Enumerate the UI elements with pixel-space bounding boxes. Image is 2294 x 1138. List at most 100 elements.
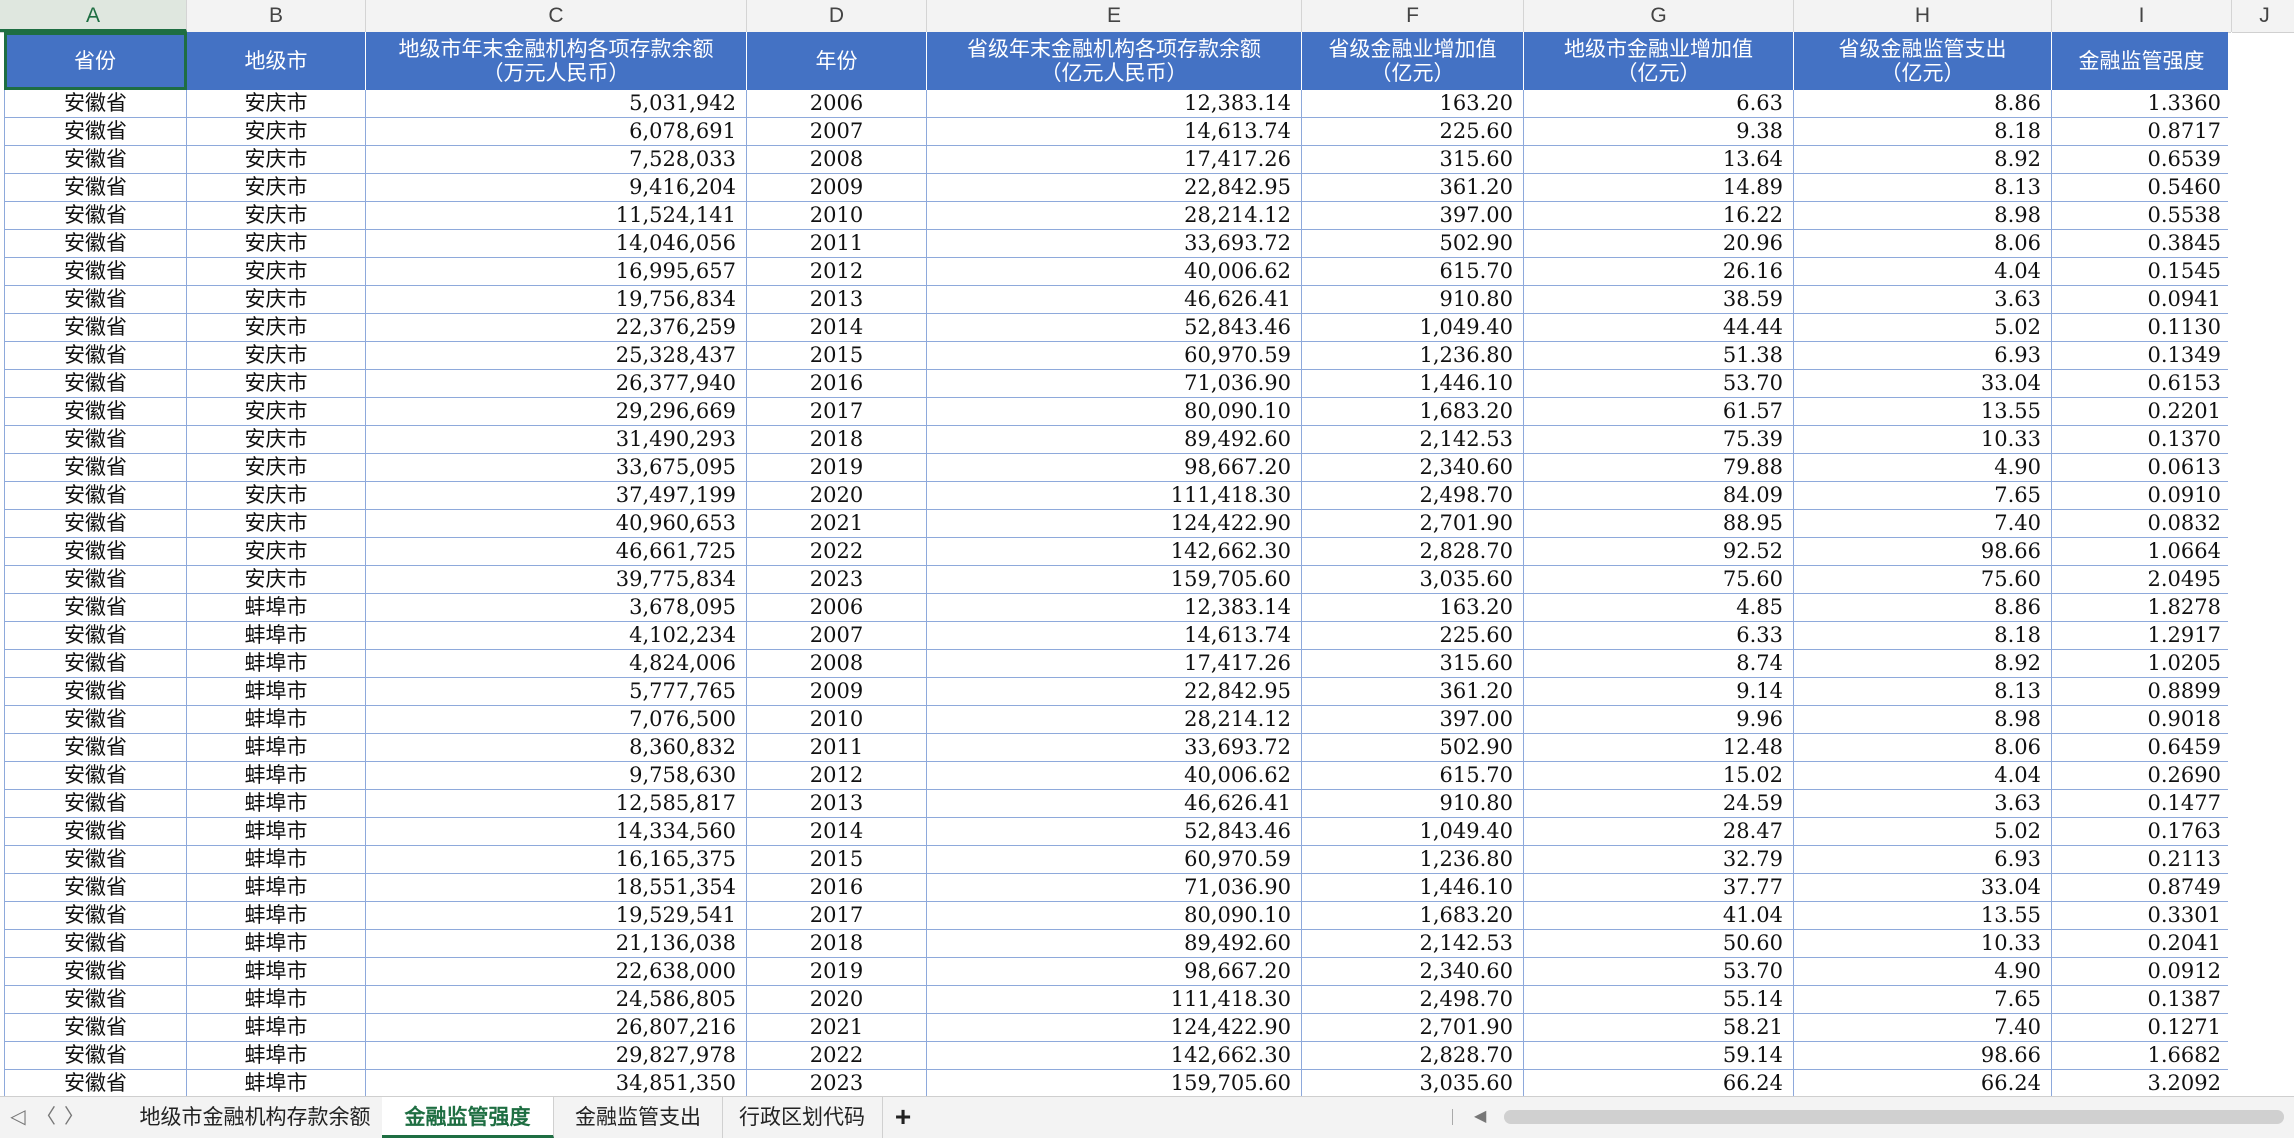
cell-g[interactable]: 75.39 bbox=[1524, 426, 1794, 453]
cell-f[interactable]: 397.00 bbox=[1302, 202, 1524, 229]
cell-c[interactable]: 8,360,832 bbox=[366, 734, 747, 761]
cell-f[interactable]: 225.60 bbox=[1302, 622, 1524, 649]
cell-g[interactable]: 9.14 bbox=[1524, 678, 1794, 705]
cell-f[interactable]: 615.70 bbox=[1302, 258, 1524, 285]
cell-i[interactable]: 0.2041 bbox=[2052, 930, 2232, 957]
cell-i[interactable]: 2.0495 bbox=[2052, 566, 2232, 593]
cell-b[interactable]: 安庆市 bbox=[187, 370, 366, 397]
cell-b[interactable]: 安庆市 bbox=[187, 118, 366, 145]
cell-c[interactable]: 9,416,204 bbox=[366, 174, 747, 201]
cell-g[interactable]: 50.60 bbox=[1524, 930, 1794, 957]
cell-g[interactable]: 88.95 bbox=[1524, 510, 1794, 537]
header-cell-d[interactable]: 年份 bbox=[747, 32, 927, 90]
cell-c[interactable]: 5,777,765 bbox=[366, 678, 747, 705]
cell-a[interactable]: 安徽省 bbox=[4, 930, 187, 957]
next-sheet-icon[interactable]: 〉 bbox=[62, 1105, 86, 1129]
add-sheet-icon[interactable]: + bbox=[888, 1101, 918, 1133]
cell-f[interactable]: 361.20 bbox=[1302, 174, 1524, 201]
cell-e[interactable]: 80,090.10 bbox=[927, 398, 1302, 425]
cell-d[interactable]: 2023 bbox=[747, 1070, 927, 1097]
cell-g[interactable]: 32.79 bbox=[1524, 846, 1794, 873]
cell-f[interactable]: 163.20 bbox=[1302, 594, 1524, 621]
cell-e[interactable]: 14,613.74 bbox=[927, 622, 1302, 649]
cell-e[interactable]: 28,214.12 bbox=[927, 706, 1302, 733]
cell-h[interactable]: 7.65 bbox=[1794, 986, 2052, 1013]
cell-a[interactable]: 安徽省 bbox=[4, 398, 187, 425]
cell-c[interactable]: 7,076,500 bbox=[366, 706, 747, 733]
cell-d[interactable]: 2019 bbox=[747, 958, 927, 985]
cell-i[interactable]: 0.0910 bbox=[2052, 482, 2232, 509]
cell-g[interactable]: 28.47 bbox=[1524, 818, 1794, 845]
cell-h[interactable]: 8.92 bbox=[1794, 650, 2052, 677]
cell-h[interactable]: 10.33 bbox=[1794, 930, 2052, 957]
cell-a[interactable]: 安徽省 bbox=[4, 1070, 187, 1097]
cell-e[interactable]: 46,626.41 bbox=[927, 790, 1302, 817]
cell-i[interactable]: 1.0205 bbox=[2052, 650, 2232, 677]
cell-f[interactable]: 3,035.60 bbox=[1302, 1070, 1524, 1097]
cell-e[interactable]: 33,693.72 bbox=[927, 734, 1302, 761]
first-sheet-icon[interactable]: ◁ bbox=[6, 1105, 30, 1129]
cell-g[interactable]: 4.85 bbox=[1524, 594, 1794, 621]
cell-c[interactable]: 14,334,560 bbox=[366, 818, 747, 845]
cell-g[interactable]: 15.02 bbox=[1524, 762, 1794, 789]
cell-a[interactable]: 安徽省 bbox=[4, 958, 187, 985]
cell-c[interactable]: 5,031,942 bbox=[366, 90, 747, 117]
cell-i[interactable]: 0.1545 bbox=[2052, 258, 2232, 285]
cell-g[interactable]: 79.88 bbox=[1524, 454, 1794, 481]
cell-c[interactable]: 37,497,199 bbox=[366, 482, 747, 509]
cell-a[interactable]: 安徽省 bbox=[4, 762, 187, 789]
cell-e[interactable]: 17,417.26 bbox=[927, 146, 1302, 173]
cell-e[interactable]: 17,417.26 bbox=[927, 650, 1302, 677]
header-cell-b[interactable]: 地级市 bbox=[187, 32, 366, 90]
cell-b[interactable]: 安庆市 bbox=[187, 314, 366, 341]
cell-c[interactable]: 26,377,940 bbox=[366, 370, 747, 397]
cell-g[interactable]: 8.74 bbox=[1524, 650, 1794, 677]
cell-f[interactable]: 163.20 bbox=[1302, 90, 1524, 117]
cell-b[interactable]: 蚌埠市 bbox=[187, 650, 366, 677]
header-cell-c[interactable]: 地级市年末金融机构各项存款余额 （万元人民币） bbox=[366, 32, 747, 90]
column-letter-g[interactable]: G bbox=[1524, 0, 1794, 32]
cell-h[interactable]: 8.06 bbox=[1794, 230, 2052, 257]
cell-g[interactable]: 66.24 bbox=[1524, 1070, 1794, 1097]
cell-b[interactable]: 蚌埠市 bbox=[187, 874, 366, 901]
cell-a[interactable]: 安徽省 bbox=[4, 482, 187, 509]
prev-sheet-icon[interactable]: 〈 bbox=[34, 1105, 58, 1129]
cell-d[interactable]: 2014 bbox=[747, 314, 927, 341]
cell-c[interactable]: 9,758,630 bbox=[366, 762, 747, 789]
cell-a[interactable]: 安徽省 bbox=[4, 426, 187, 453]
cell-f[interactable]: 397.00 bbox=[1302, 706, 1524, 733]
cell-c[interactable]: 12,585,817 bbox=[366, 790, 747, 817]
cell-g[interactable]: 6.63 bbox=[1524, 90, 1794, 117]
cell-c[interactable]: 31,490,293 bbox=[366, 426, 747, 453]
cell-e[interactable]: 159,705.60 bbox=[927, 566, 1302, 593]
cell-a[interactable]: 安徽省 bbox=[4, 538, 187, 565]
column-letter-b[interactable]: B bbox=[187, 0, 366, 32]
cell-e[interactable]: 40,006.62 bbox=[927, 762, 1302, 789]
cell-i[interactable]: 0.2113 bbox=[2052, 846, 2232, 873]
cell-d[interactable]: 2013 bbox=[747, 286, 927, 313]
cell-d[interactable]: 2021 bbox=[747, 1014, 927, 1041]
header-cell-f[interactable]: 省级金融业增加值 （亿元） bbox=[1302, 32, 1524, 90]
cell-g[interactable]: 55.14 bbox=[1524, 986, 1794, 1013]
cell-i[interactable]: 0.0613 bbox=[2052, 454, 2232, 481]
column-letter-a[interactable]: A bbox=[0, 0, 187, 32]
cell-h[interactable]: 4.04 bbox=[1794, 258, 2052, 285]
cell-h[interactable]: 75.60 bbox=[1794, 566, 2052, 593]
cell-h[interactable]: 8.18 bbox=[1794, 622, 2052, 649]
cell-b[interactable]: 安庆市 bbox=[187, 146, 366, 173]
cell-g[interactable]: 41.04 bbox=[1524, 902, 1794, 929]
cell-e[interactable]: 46,626.41 bbox=[927, 286, 1302, 313]
cell-a[interactable]: 安徽省 bbox=[4, 650, 187, 677]
cell-f[interactable]: 2,498.70 bbox=[1302, 986, 1524, 1013]
cell-d[interactable]: 2010 bbox=[747, 706, 927, 733]
cell-a[interactable]: 安徽省 bbox=[4, 902, 187, 929]
cell-g[interactable]: 53.70 bbox=[1524, 370, 1794, 397]
cell-c[interactable]: 16,165,375 bbox=[366, 846, 747, 873]
cell-e[interactable]: 89,492.60 bbox=[927, 930, 1302, 957]
cell-a[interactable]: 安徽省 bbox=[4, 566, 187, 593]
cell-g[interactable]: 9.38 bbox=[1524, 118, 1794, 145]
cell-b[interactable]: 安庆市 bbox=[187, 342, 366, 369]
cell-d[interactable]: 2012 bbox=[747, 258, 927, 285]
cell-d[interactable]: 2010 bbox=[747, 202, 927, 229]
cell-a[interactable]: 安徽省 bbox=[4, 818, 187, 845]
